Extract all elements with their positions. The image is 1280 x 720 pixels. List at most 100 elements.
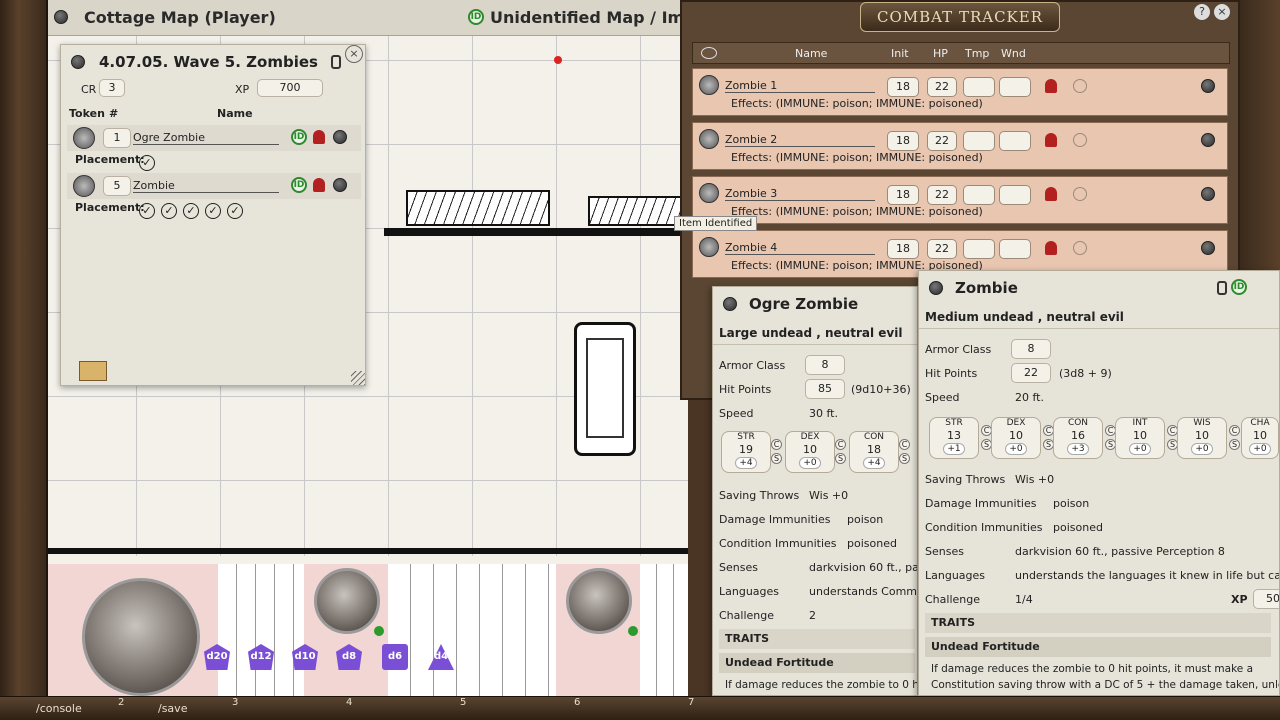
tracker-row[interactable]: Zombie 2 Effects: (IMMUNE: poison; IMMUN… bbox=[692, 122, 1228, 170]
ac-field[interactable]: 8 bbox=[805, 355, 845, 375]
npc-name-link[interactable]: Ogre Zombie bbox=[133, 131, 279, 145]
faction-icon[interactable] bbox=[313, 130, 325, 144]
hp-field[interactable]: 22 bbox=[927, 131, 957, 151]
encounter-title[interactable]: 4.07.05. Wave 5. Zombies bbox=[99, 53, 318, 71]
col-token: Token bbox=[69, 107, 105, 120]
resize-handle[interactable] bbox=[351, 371, 365, 385]
help-icon[interactable]: ? bbox=[1194, 4, 1210, 20]
tmp-field[interactable] bbox=[963, 239, 995, 259]
hp-field[interactable]: 22 bbox=[927, 239, 957, 259]
row-menu-icon[interactable] bbox=[1201, 133, 1215, 147]
token-icon[interactable] bbox=[699, 237, 719, 257]
tracker-row[interactable]: Zombie 3 Effects: (IMMUNE: poison; IMMUN… bbox=[692, 176, 1228, 224]
eye-icon[interactable] bbox=[701, 47, 717, 59]
identified-icon[interactable]: ID bbox=[468, 9, 484, 25]
faction-icon[interactable] bbox=[1045, 79, 1057, 93]
col-name: Name bbox=[217, 107, 253, 120]
hotbar-slot[interactable]: /console bbox=[36, 699, 82, 719]
row-menu-icon[interactable] bbox=[1201, 187, 1215, 201]
ac-label: Armor Class bbox=[719, 359, 786, 372]
tmp-field[interactable] bbox=[963, 77, 995, 97]
hotbar-slot[interactable]: /save bbox=[158, 699, 187, 719]
combatant-name[interactable]: Zombie 4 bbox=[725, 241, 875, 255]
init-field[interactable]: 18 bbox=[887, 131, 919, 151]
wnd-field[interactable] bbox=[999, 185, 1031, 205]
token-icon[interactable] bbox=[73, 175, 95, 197]
npc-name-link[interactable]: Zombie bbox=[133, 179, 279, 193]
token-icon[interactable] bbox=[699, 183, 719, 203]
xp-field[interactable]: 50 bbox=[1253, 589, 1279, 609]
map-titlebar: Cottage Map (Player) ID Unidentified Map… bbox=[48, 0, 688, 36]
tmp-field[interactable] bbox=[963, 185, 995, 205]
close-icon[interactable]: × bbox=[345, 45, 363, 63]
combat-tracker-title: COMBAT TRACKER bbox=[860, 2, 1060, 32]
cr-field[interactable]: 3 bbox=[99, 79, 125, 97]
token-icon[interactable] bbox=[73, 127, 95, 149]
trait-title: Undead Fortitude bbox=[719, 653, 915, 673]
row-menu-icon[interactable] bbox=[1201, 79, 1215, 93]
wnd-field[interactable] bbox=[999, 131, 1031, 151]
token-icon[interactable] bbox=[699, 75, 719, 95]
identified-icon[interactable]: ID bbox=[291, 129, 307, 145]
identified-icon[interactable]: ID bbox=[291, 177, 307, 193]
tmp-field[interactable] bbox=[963, 131, 995, 151]
count-field[interactable]: 5 bbox=[103, 176, 131, 196]
hp-dice: (9d10+36) bbox=[851, 383, 911, 396]
lock-icon[interactable] bbox=[1217, 281, 1227, 295]
faction-icon[interactable] bbox=[1045, 187, 1057, 201]
col-count: # bbox=[109, 107, 119, 120]
statblock-menu-icon[interactable] bbox=[723, 297, 737, 311]
placement-label: Placement: bbox=[75, 201, 145, 214]
ogre-zombie-token[interactable] bbox=[82, 578, 200, 696]
row-menu-icon[interactable] bbox=[333, 178, 347, 192]
hp-field[interactable]: 85 bbox=[805, 379, 845, 399]
col-name: Name bbox=[795, 47, 828, 60]
hp-label: Hit Points bbox=[719, 383, 772, 396]
placement-checks[interactable]: ✓ ✓ ✓ ✓ ✓ bbox=[139, 199, 249, 219]
col-tmp: Tmp bbox=[965, 47, 990, 60]
targeting-icon[interactable] bbox=[1073, 241, 1087, 255]
ability-scores: STR 13 +1 CS DEX 10 +0 CS CON 16 +3 CS INT 10 +0… bbox=[929, 417, 1279, 463]
xp-field[interactable]: 700 bbox=[257, 79, 323, 97]
statblock-menu-icon[interactable] bbox=[929, 281, 943, 295]
row-menu-icon[interactable] bbox=[1201, 241, 1215, 255]
wnd-field[interactable] bbox=[999, 77, 1031, 97]
identified-icon[interactable]: ID bbox=[1231, 279, 1247, 295]
hp-field[interactable]: 22 bbox=[927, 185, 957, 205]
d6-die-icon[interactable]: d6 bbox=[382, 644, 408, 670]
combatant-name[interactable]: Zombie 1 bbox=[725, 79, 875, 93]
zombie-token[interactable] bbox=[314, 568, 380, 634]
faction-icon[interactable] bbox=[313, 178, 325, 192]
map-identified-name[interactable]: Unidentified Map / Image bbox=[490, 8, 688, 27]
row-menu-icon[interactable] bbox=[333, 130, 347, 144]
lock-icon[interactable] bbox=[331, 55, 341, 69]
init-field[interactable]: 18 bbox=[887, 77, 919, 97]
tracker-row[interactable]: Zombie 1 Effects: (IMMUNE: poison; IMMUN… bbox=[692, 68, 1228, 116]
placement-checks[interactable]: ✓ bbox=[139, 151, 161, 171]
wnd-field[interactable] bbox=[999, 239, 1031, 259]
targeting-icon[interactable] bbox=[1073, 187, 1087, 201]
combatant-name[interactable]: Zombie 2 bbox=[725, 133, 875, 147]
targeting-icon[interactable] bbox=[1073, 79, 1087, 93]
hp-field[interactable]: 22 bbox=[1011, 363, 1051, 383]
init-field[interactable]: 18 bbox=[887, 185, 919, 205]
init-field[interactable]: 18 bbox=[887, 239, 919, 259]
status-dot bbox=[374, 626, 384, 636]
combatant-name[interactable]: Zombie 3 bbox=[725, 187, 875, 201]
faction-icon[interactable] bbox=[1045, 241, 1057, 255]
tracker-header: Name Init HP Tmp Wnd bbox=[692, 42, 1230, 64]
col-wnd: Wnd bbox=[1001, 47, 1026, 60]
hp-field[interactable]: 22 bbox=[927, 77, 957, 97]
envelope-icon[interactable] bbox=[79, 361, 107, 381]
faction-icon[interactable] bbox=[1045, 133, 1057, 147]
ac-field[interactable]: 8 bbox=[1011, 339, 1051, 359]
close-icon[interactable]: × bbox=[1214, 4, 1230, 20]
encounter-menu-icon[interactable] bbox=[71, 55, 85, 69]
status-dot bbox=[628, 626, 638, 636]
targeting-icon[interactable] bbox=[1073, 133, 1087, 147]
token-icon[interactable] bbox=[699, 129, 719, 149]
map-pin-icon[interactable] bbox=[554, 56, 562, 64]
map-window-menu-icon[interactable] bbox=[54, 10, 68, 24]
zombie-token[interactable] bbox=[566, 568, 632, 634]
count-field[interactable]: 1 bbox=[103, 128, 131, 148]
